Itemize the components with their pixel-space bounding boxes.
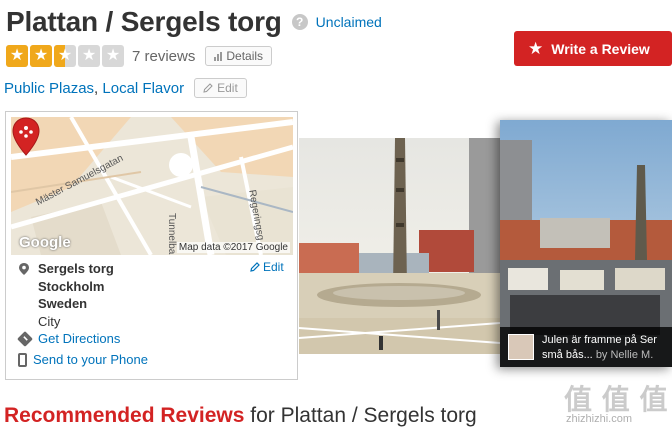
bar-chart-icon <box>214 51 223 61</box>
phone-icon <box>18 352 27 367</box>
photo-plaza-image <box>299 138 500 354</box>
send-to-phone-link[interactable]: Send to your Phone <box>18 352 148 367</box>
photo-caption[interactable]: Julen är framme på Ser små bås... by Nel… <box>500 327 672 367</box>
review-count[interactable]: 7 reviews <box>132 48 195 65</box>
category-link-local-flavor[interactable]: Local Flavor <box>102 80 184 97</box>
address-area: City <box>38 313 61 329</box>
star-icon: ★ <box>54 45 76 67</box>
caption-author[interactable]: by Nellie M. <box>596 349 653 361</box>
details-button[interactable]: Details <box>205 46 273 66</box>
unclaimed-link[interactable]: Unclaimed <box>316 14 382 30</box>
address-city: Stockholm <box>38 278 105 294</box>
address-street: Sergels torg <box>38 261 114 276</box>
caption-text-snippet: små bås... <box>542 349 593 361</box>
star-icon: ★ <box>78 45 100 67</box>
map-card: Mäster Samuelsgatan Tunnelbana Regerings… <box>5 111 298 380</box>
star-icon: ★ <box>6 45 28 67</box>
get-directions-label: Get Directions <box>38 331 121 346</box>
address-block: Sergels torg Stockholm Sweden City <box>18 260 114 330</box>
map[interactable]: Mäster Samuelsgatan Tunnelbana Regerings… <box>11 117 293 255</box>
category-row: Public Plazas, Local Flavor Edit <box>4 78 247 98</box>
business-photo[interactable] <box>299 138 500 354</box>
info-icon[interactable]: ? <box>291 14 308 30</box>
star-icon: ★ <box>30 45 52 67</box>
page-title: Plattan / Sergels torg <box>6 6 282 37</box>
watermark-url: zhizhizhi.com <box>566 413 633 425</box>
edit-categories-label: Edit <box>217 81 238 95</box>
map-attribution: Map data ©2017 Google <box>176 242 290 253</box>
send-to-phone-label: Send to your Phone <box>33 352 148 367</box>
map-pin-icon <box>19 263 29 275</box>
category-link-public-plazas[interactable]: Public Plazas <box>4 80 94 97</box>
google-logo: Google <box>19 234 71 251</box>
write-review-button[interactable]: ★ Write a Review <box>514 31 672 66</box>
caption-text: Julen är framme på Ser <box>542 334 657 346</box>
map-marker-icon[interactable] <box>11 117 41 157</box>
get-directions-link[interactable]: Get Directions <box>17 330 121 347</box>
star-rating: ★ ★ ★ ★ ★ <box>6 45 124 67</box>
address-country: Sweden <box>38 296 88 311</box>
star-icon: ★ <box>102 45 124 67</box>
watermark: 值 值 值 <box>564 384 669 415</box>
pencil-icon <box>203 83 213 93</box>
edit-categories-button[interactable]: Edit <box>194 78 247 98</box>
avatar[interactable] <box>508 334 534 360</box>
recommended-reviews-heading: Recommended Reviews for Plattan / Sergel… <box>4 404 477 428</box>
street-label: Tunnelbana <box>166 213 177 255</box>
reviews-heading-rest: for Plattan / Sergels torg <box>250 404 477 427</box>
edit-address-label: Edit <box>263 260 284 274</box>
reviews-heading-highlight: Recommended Reviews <box>4 404 245 427</box>
rating-row: ★ ★ ★ ★ ★ 7 reviews Details <box>6 45 273 67</box>
title-row: Plattan / Sergels torg ? Unclaimed <box>6 2 382 42</box>
category-separator: , <box>94 79 99 97</box>
directions-icon <box>17 330 33 347</box>
pencil-icon <box>250 262 260 272</box>
edit-address-link[interactable]: Edit <box>250 260 284 274</box>
business-photo-featured[interactable]: Julen är framme på Ser små bås... by Nel… <box>500 120 672 367</box>
star-icon: ★ <box>528 39 544 58</box>
details-label: Details <box>226 49 264 63</box>
write-review-label: Write a Review <box>551 40 650 57</box>
